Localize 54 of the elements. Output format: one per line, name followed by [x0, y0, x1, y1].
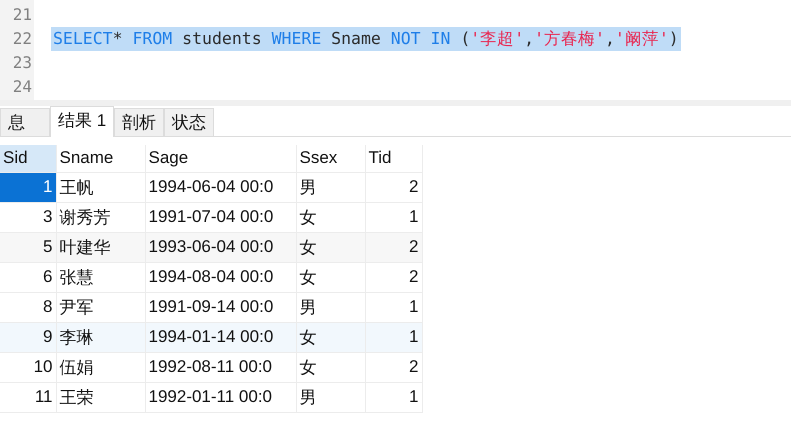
table-cell: 男 — [296, 292, 365, 322]
table-cell: 女 — [296, 262, 365, 292]
table-cell: 1994-01-14 00:0 — [145, 322, 296, 352]
table-cell: 2 — [365, 232, 422, 262]
table-cell: 女 — [296, 322, 365, 352]
table-cell: 2 — [365, 262, 422, 292]
table-cell: 1994-08-04 00:0 — [145, 262, 296, 292]
table-cell: 男 — [296, 172, 365, 202]
column-header[interactable]: Sname — [56, 145, 145, 172]
table-cell: 1991-07-04 00:0 — [145, 202, 296, 232]
table-cell: 5 — [0, 232, 56, 262]
column-header[interactable]: Ssex — [296, 145, 365, 172]
result-tab[interactable]: 息 — [0, 108, 50, 136]
table-cell: 尹军 — [56, 292, 145, 322]
table-cell: 1 — [365, 382, 422, 412]
table-cell: 男 — [296, 382, 365, 412]
result-tab[interactable]: 状态 — [164, 108, 214, 136]
table-cell: 女 — [296, 352, 365, 382]
table-cell: 1 — [365, 322, 422, 352]
table-cell: 李琳 — [56, 322, 145, 352]
table-cell: 10 — [0, 352, 56, 382]
table-cell: 1994-06-04 00:0 — [145, 172, 296, 202]
line-number: 22 — [12, 28, 33, 50]
table-cell: 女 — [296, 202, 365, 232]
table-cell: 3 — [0, 202, 56, 232]
result-tab[interactable]: 剖析 — [114, 108, 164, 136]
column-header[interactable]: Sage — [145, 145, 296, 172]
line-number: 21 — [12, 4, 33, 26]
table-cell: 1 — [365, 292, 422, 322]
table-cell: 王帆 — [56, 172, 145, 202]
table-cell: 9 — [0, 322, 56, 352]
table-cell: 1 — [365, 202, 422, 232]
table-cell: 2 — [365, 172, 422, 202]
table-cell: 8 — [0, 292, 56, 322]
table-cell: 1991-09-14 00:0 — [145, 292, 296, 322]
table-cell: 11 — [0, 382, 56, 412]
line-number: 23 — [12, 52, 33, 74]
table-cell: 1 — [0, 172, 56, 202]
table-cell: 女 — [296, 232, 365, 262]
table-cell: 1992-01-11 00:0 — [145, 382, 296, 412]
table-cell: 1993-06-04 00:0 — [145, 232, 296, 262]
table-cell: 叶建华 — [56, 232, 145, 262]
table-cell: 伍娟 — [56, 352, 145, 382]
column-header[interactable]: Tid — [365, 145, 422, 172]
table-cell: 6 — [0, 262, 56, 292]
table-cell: 张慧 — [56, 262, 145, 292]
sql-statement: SELECT* FROM students WHERE Sname NOT IN ('李超','方春梅','阚萍') — [51, 27, 681, 51]
line-number: 24 — [12, 76, 33, 98]
column-header[interactable]: Sid — [0, 145, 56, 172]
table-cell: 王荣 — [56, 382, 145, 412]
table-cell: 1992-08-11 00:0 — [145, 352, 296, 382]
result-tab[interactable]: 结果 1 — [50, 106, 114, 137]
table-cell: 谢秀芳 — [56, 202, 145, 232]
table-cell: 2 — [365, 352, 422, 382]
